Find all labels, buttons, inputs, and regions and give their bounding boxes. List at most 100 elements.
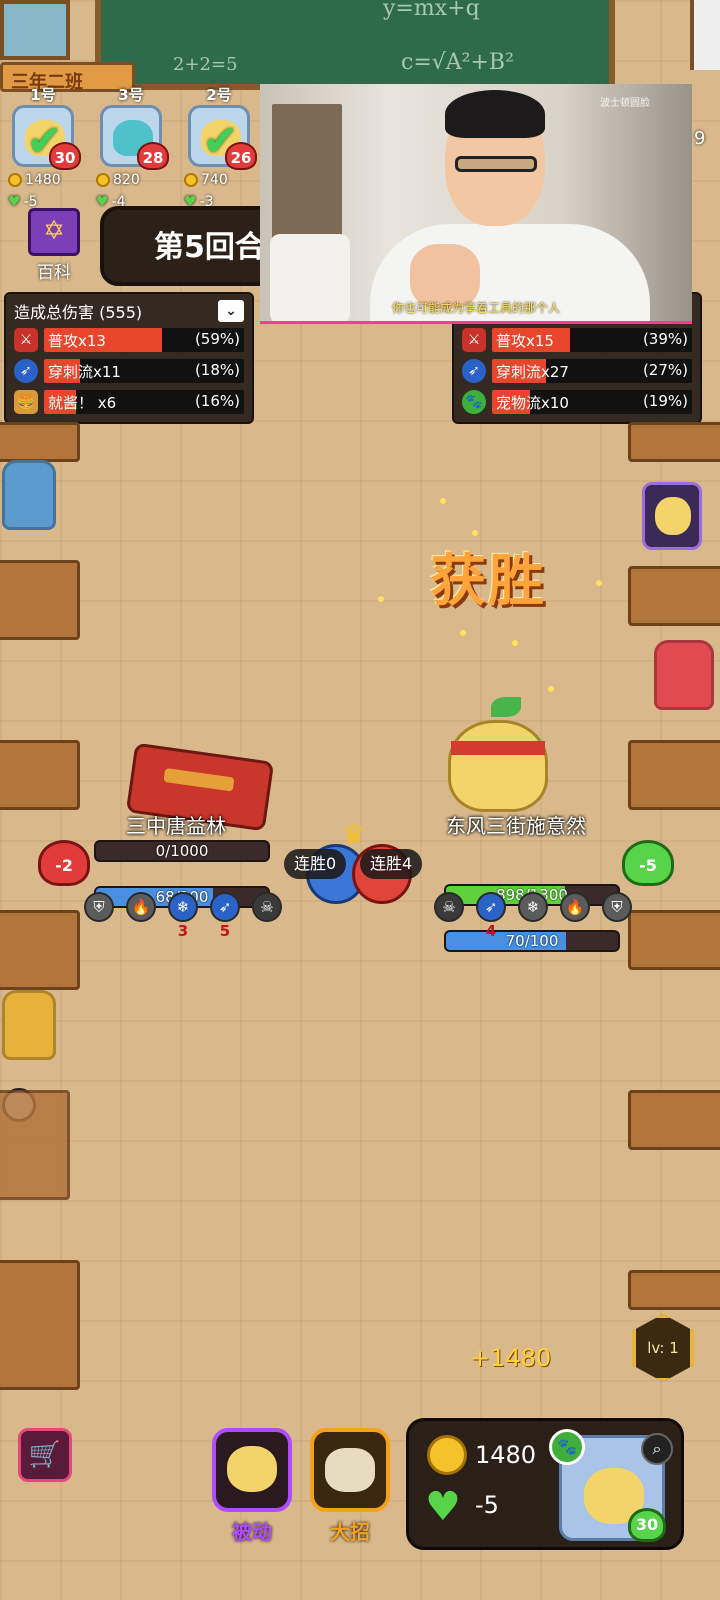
player-number: 1号 <box>30 86 56 104</box>
player-coins: 740 <box>201 172 228 188</box>
cart-icon: 🛒 <box>28 1440 62 1470</box>
coin-icon <box>8 173 22 187</box>
backpack <box>2 990 56 1060</box>
snowflake-icon[interactable]: ❄ <box>518 892 548 922</box>
shield-icon[interactable]: ⛨ <box>602 892 632 922</box>
desk <box>628 910 720 970</box>
coin-icon <box>96 173 110 187</box>
damage-row: 🐾 宠物流x10 (19%) <box>458 386 696 417</box>
damage-row-name: 普攻x13 <box>48 331 106 350</box>
damage-row: 🍔 就酱！ x6 (16%) <box>10 386 248 417</box>
streamer-hair <box>445 90 545 138</box>
right-fighter-name: 东风三街施意然 <box>446 814 586 838</box>
chalkboard: y=mx+q 2+2=5 c=√A²+B² <box>95 0 615 90</box>
player-avatar: ✔ 30 <box>12 105 81 170</box>
player-heart-count: 9 <box>694 128 706 149</box>
passive-skill-button[interactable]: 被动 <box>212 1428 292 1545</box>
desk <box>628 566 720 626</box>
search-icon[interactable]: ⌕ <box>641 1433 673 1465</box>
damage-panel-left: 造成总伤害 (555) ⌄ ⚔ 普攻x13 (59%) ➶ 穿刺流x11 (18… <box>4 292 254 424</box>
spark <box>460 630 466 636</box>
damage-row-pct: (19%) <box>642 391 688 410</box>
desk <box>0 422 80 462</box>
desk <box>0 1090 70 1200</box>
heart-badge: 30 <box>49 142 81 170</box>
heart-badge: 28 <box>137 142 169 170</box>
spark <box>472 530 478 536</box>
pet-slot-button[interactable] <box>642 482 702 550</box>
encyclopedia-label: 百科 <box>37 263 71 283</box>
damage-row-pct: (27%) <box>642 360 688 379</box>
wall-poster <box>690 0 720 70</box>
damage-total-header: 造成总伤害 (555) <box>14 303 143 322</box>
left-skill-row: ⛨ 🔥 ❄ 3 ➶ 5 ☠ <box>84 892 282 940</box>
damage-row-pct: (39%) <box>642 329 688 348</box>
star-book-icon: ✡ <box>28 208 80 256</box>
paw-icon[interactable]: 🐾 <box>549 1429 585 1465</box>
green-heart-icon: ♥ <box>425 1484 461 1530</box>
damage-row: ➶ 穿刺流x11 (18%) <box>10 355 248 386</box>
player-number: 3号 <box>118 86 144 104</box>
damage-row-name: 穿刺流x27 <box>496 362 569 381</box>
player-status-panel: 1480 ♥ -5 30 🐾 ⌕ <box>406 1418 684 1550</box>
pudding-pet-icon <box>655 497 691 535</box>
ultimate-icon <box>310 1428 390 1512</box>
streamer-video-overlay: 波士顿圆脸 你也可能成为享着工具的那个人 <box>260 84 692 324</box>
left-fighter-name: 三中唐益林 <box>126 814 226 838</box>
chalk-formula: 2+2=5 <box>173 54 238 75</box>
damage-row-name: 普攻x15 <box>496 331 554 350</box>
ultimate-skill-button[interactable]: 大招 <box>310 1428 390 1545</box>
spark <box>548 686 554 692</box>
spark <box>378 596 384 602</box>
left-hp-text: 0/1000 <box>155 842 209 860</box>
coin-gain-text: +1480 <box>470 1344 552 1372</box>
video-subtitle: 你也可能成为享着工具的那个人 <box>391 301 560 315</box>
fighter-sword <box>163 767 235 792</box>
damage-row: ➶ 穿刺流x27 (27%) <box>458 355 696 386</box>
shield-icon[interactable]: ⛨ <box>84 892 114 922</box>
left-win-streak: 连胜0 <box>284 849 347 879</box>
player-card[interactable]: 1号 ✔ 30 1480 ♥ -5 <box>8 84 81 210</box>
coin-icon <box>427 1435 467 1475</box>
headband <box>451 741 545 755</box>
collapse-chevron-icon[interactable]: ⌄ <box>218 300 244 322</box>
pierce-icon[interactable]: ➶ <box>476 892 506 922</box>
backpack <box>2 460 56 530</box>
skull-icon[interactable]: ☠ <box>252 892 282 922</box>
desk <box>0 1260 80 1390</box>
spark <box>440 498 446 504</box>
encyclopedia-button[interactable]: ✡ 百科 <box>22 208 86 283</box>
round-banner: 第5回合 <box>100 206 275 286</box>
player-card[interactable]: 2号 ✔ 26 740 ♥ -3 <box>184 84 257 210</box>
skull-icon[interactable]: ☠ <box>434 892 464 922</box>
pierce-icon[interactable]: ➶ <box>210 892 240 922</box>
snowflake-icon[interactable]: ❄ <box>168 892 198 922</box>
damage-row-pct: (18%) <box>194 360 240 379</box>
paw-icon: 🐾 <box>462 389 486 414</box>
fire-icon[interactable]: 🔥 <box>560 892 590 922</box>
desk <box>628 740 720 810</box>
shop-cart-button[interactable]: 🛒 <box>18 1428 72 1482</box>
fire-icon[interactable]: 🔥 <box>126 892 156 922</box>
winner-fighter-sprite <box>448 697 548 812</box>
level-badge[interactable]: lv: 1 <box>632 1314 694 1382</box>
right-win-streak: 连胜4 <box>360 849 423 879</box>
player-avatar: ✔ 26 <box>188 105 257 170</box>
passive-pudding-icon <box>212 1428 292 1512</box>
desk <box>0 740 80 810</box>
damage-row-pct: (16%) <box>194 391 240 410</box>
right-skill-row: ☠ ➶ 4 ❄ 🔥 ⛨ <box>434 892 632 940</box>
coin-count: 1480 <box>475 1441 537 1469</box>
right-heart-icon: -5 <box>622 840 674 886</box>
player-card[interactable]: 3号 28 820 ♥ -4 <box>96 84 169 210</box>
player-avatar: 28 <box>100 105 169 170</box>
chalk-formula: y=mx+q <box>383 0 480 21</box>
sword-icon: ⚔ <box>14 327 38 352</box>
green-heart-icon: ♥ <box>8 194 21 210</box>
damage-row-name: 穿刺流x11 <box>48 362 121 381</box>
desk <box>628 422 720 462</box>
pierce-icon: ➶ <box>14 358 38 383</box>
heart-delta: -5 <box>475 1491 499 1519</box>
desk <box>0 560 80 640</box>
skill-count: 5 <box>219 922 231 940</box>
